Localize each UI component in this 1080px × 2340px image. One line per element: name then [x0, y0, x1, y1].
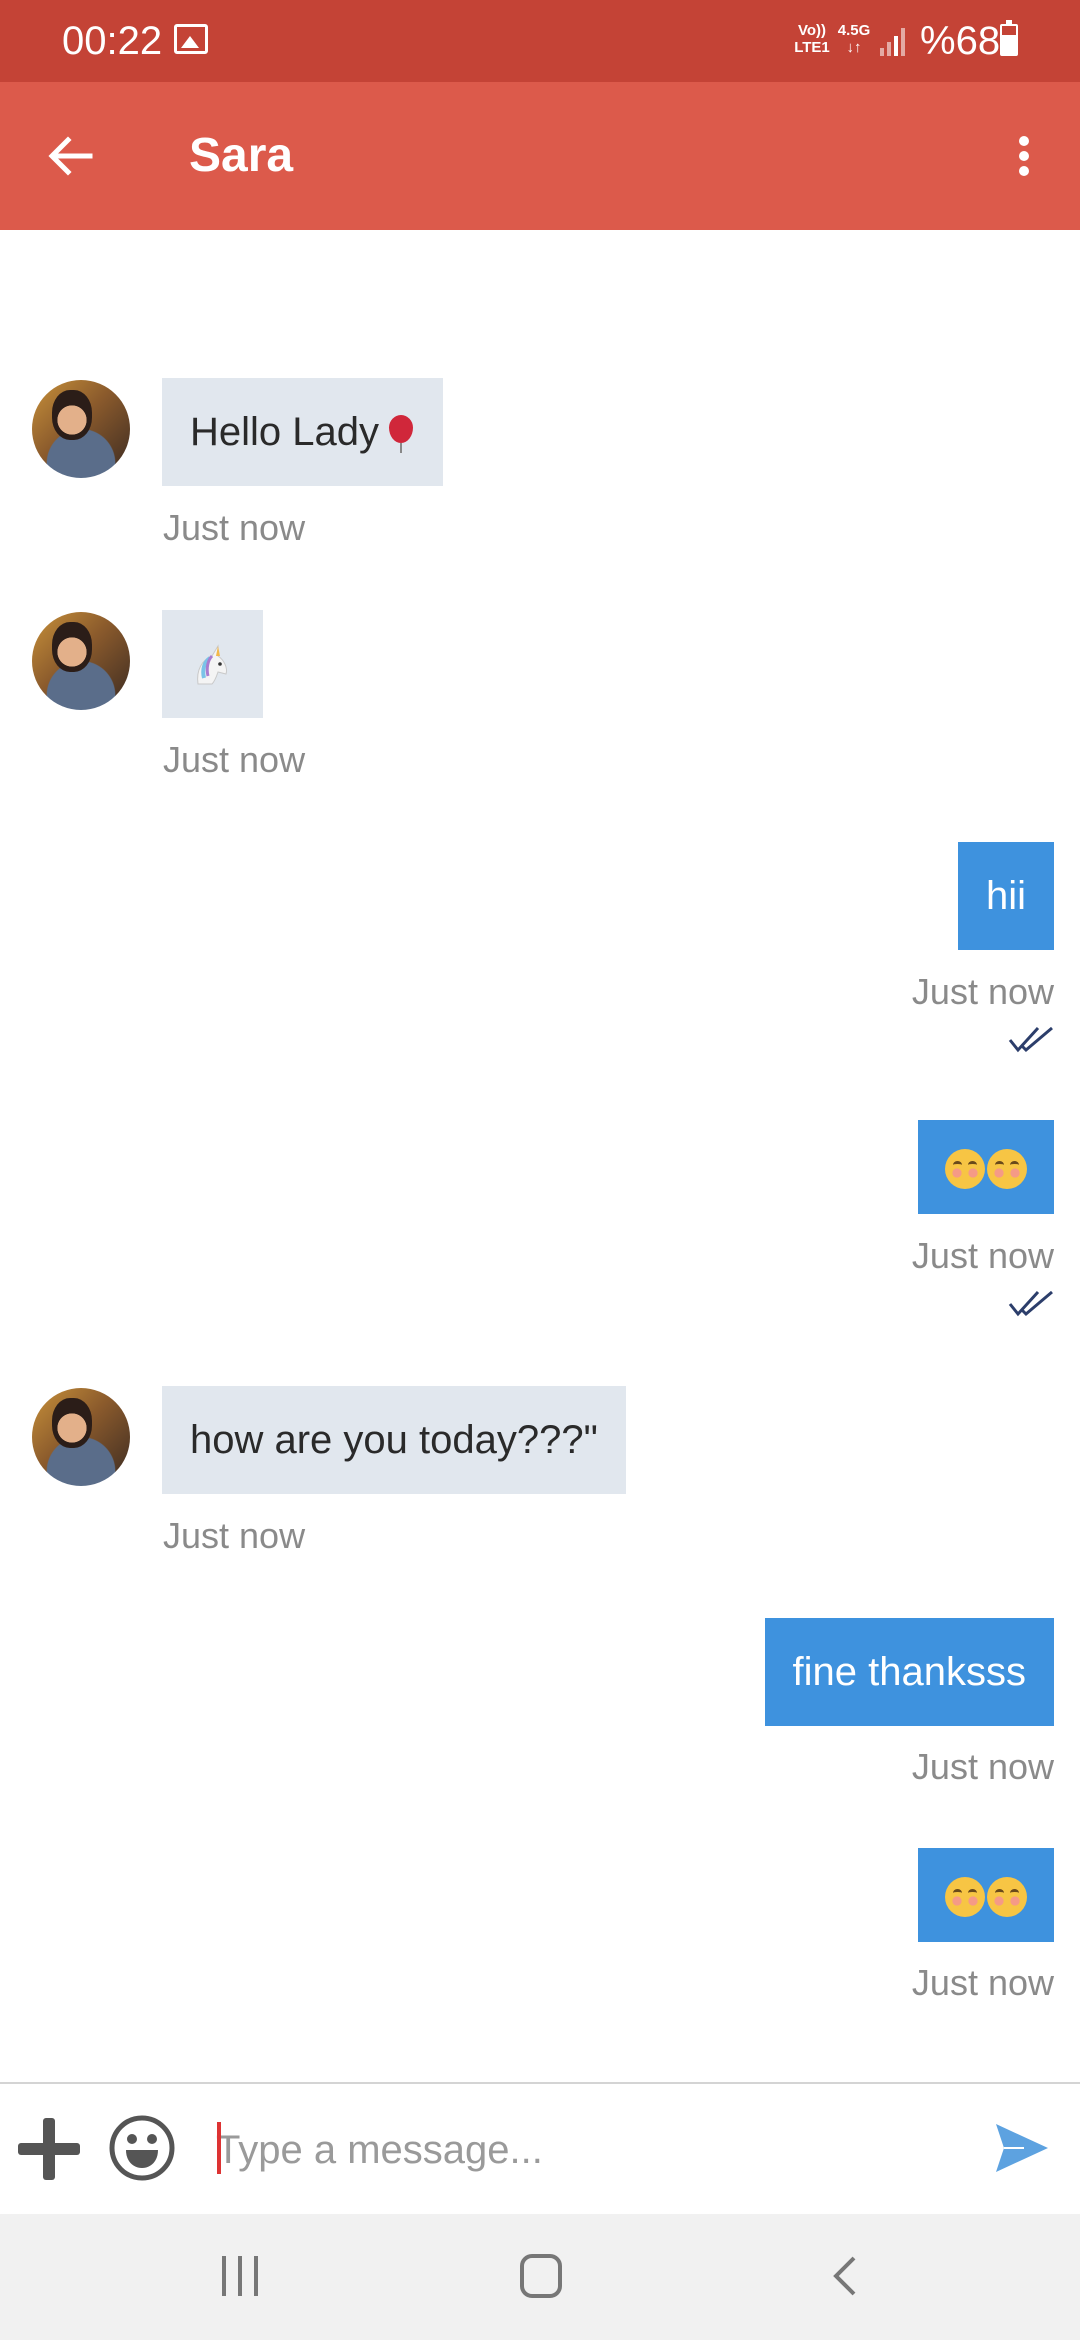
- network-type-label: 4.5G: [837, 22, 871, 39]
- lte-label: LTE1: [794, 39, 830, 56]
- smiling-face-emoji-icon: [987, 1877, 1027, 1918]
- unicorn-emoji-icon: [197, 644, 227, 685]
- add-icon: [18, 2118, 80, 2180]
- nav-back-button[interactable]: [830, 2254, 860, 2298]
- status-time: 00:22: [62, 19, 163, 63]
- chat-title: Sara: [189, 129, 294, 182]
- emoji-button[interactable]: [108, 2114, 176, 2182]
- status-bar: 00:22 Vo)) LTE1 4.5G ↓↑ %68: [0, 0, 1080, 82]
- text-cursor: [217, 2122, 221, 2174]
- app-bar: Sara: [0, 82, 1080, 230]
- message-time: Just now: [911, 1962, 1054, 2003]
- double-check-icon: [1008, 1290, 1053, 1317]
- message-text: hii: [985, 874, 1026, 918]
- message-time: Just now: [163, 739, 306, 780]
- composer-bar: [0, 2082, 1080, 2214]
- message-bubble-outgoing[interactable]: fine thanksss: [764, 1618, 1054, 1726]
- more-options-button[interactable]: [1000, 126, 1046, 186]
- contact-avatar[interactable]: [32, 380, 130, 478]
- message-time: Just now: [911, 971, 1054, 1012]
- emoji-icon: [109, 2115, 175, 2181]
- smiling-face-emoji-icon: [945, 1149, 985, 1190]
- message-bubble-incoming[interactable]: how are you today???": [162, 1386, 626, 1494]
- smiling-face-emoji-icon: [945, 1877, 985, 1918]
- message-bubble-outgoing[interactable]: [918, 1848, 1054, 1942]
- smiling-face-emoji-icon: [987, 1149, 1027, 1190]
- message-text: Hello Lady: [190, 410, 380, 454]
- chevron-left-icon: [833, 2256, 856, 2296]
- contact-avatar[interactable]: [32, 612, 130, 710]
- message-bubble-incoming[interactable]: Hello Lady: [162, 378, 444, 486]
- data-arrows-icon: ↓↑: [846, 39, 862, 56]
- message-time: Just now: [911, 1235, 1054, 1276]
- message-text: fine thanksss: [792, 1650, 1026, 1694]
- message-bubble-outgoing[interactable]: hii: [957, 842, 1054, 950]
- back-arrow-icon: [48, 136, 93, 176]
- message-bubble-incoming[interactable]: [162, 610, 263, 718]
- battery-icon: [1000, 20, 1018, 56]
- network-type-indicator: 4.5G ↓↑: [834, 22, 874, 56]
- double-check-icon: [1008, 1026, 1053, 1053]
- message-text: how are you today???": [190, 1418, 598, 1462]
- send-button[interactable]: [994, 2122, 1050, 2174]
- volte-indicator: Vo)) LTE1: [788, 22, 836, 56]
- recent-apps-button[interactable]: [218, 2256, 262, 2296]
- chat-screen: 00:22 Vo)) LTE1 4.5G ↓↑ %68 Sara Hello L…: [0, 0, 1080, 2340]
- gallery-notification-icon: [174, 24, 208, 54]
- message-time: Just now: [163, 1515, 306, 1556]
- message-input[interactable]: [216, 2110, 956, 2190]
- attach-button[interactable]: [16, 2116, 82, 2182]
- volte-label: Vo)): [797, 22, 827, 39]
- battery-percent: %68: [920, 19, 1001, 63]
- contact-avatar[interactable]: [32, 1388, 130, 1486]
- balloon-emoji-icon: [387, 415, 415, 454]
- back-button[interactable]: [40, 126, 100, 186]
- system-nav-bar: [0, 2214, 1080, 2340]
- message-bubble-outgoing[interactable]: [918, 1120, 1054, 1214]
- send-icon: [996, 2124, 1048, 2172]
- signal-strength-icon: [878, 26, 908, 56]
- home-button[interactable]: [520, 2254, 562, 2298]
- message-time: Just now: [163, 507, 306, 548]
- message-time: Just now: [911, 1746, 1054, 1787]
